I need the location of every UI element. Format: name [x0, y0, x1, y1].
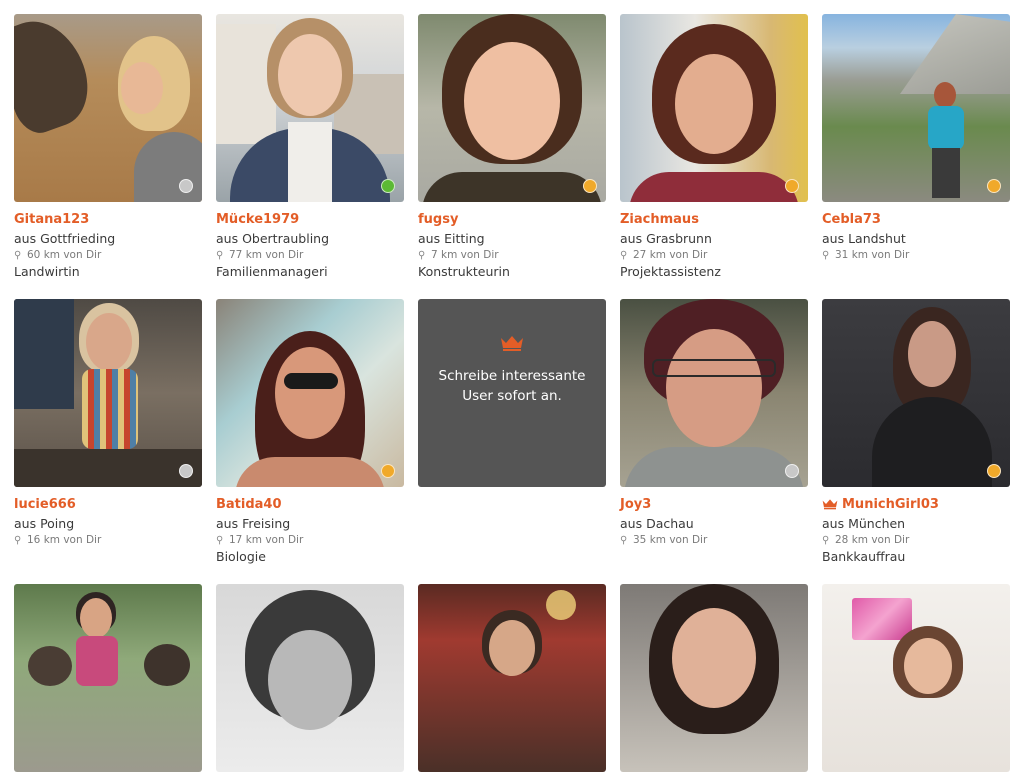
profile-occupation: Landwirtin — [14, 264, 80, 279]
profile-distance: ⚲ 16 km von Dir — [14, 534, 101, 546]
profile-photo[interactable] — [418, 584, 606, 772]
profile-username[interactable]: Batida40 — [216, 497, 282, 512]
profile-photo[interactable] — [620, 299, 808, 487]
distance-text: 28 km von Dir — [835, 534, 910, 546]
online-status-indicator — [381, 464, 395, 478]
profile-username[interactable]: MunichGirl03 — [822, 497, 939, 514]
profile-occupation: Biologie — [216, 549, 266, 564]
profile-photo[interactable] — [620, 14, 808, 202]
map-pin-icon: ⚲ — [418, 250, 426, 261]
distance-text: 77 km von Dir — [229, 249, 304, 261]
profile-photo[interactable] — [14, 14, 202, 202]
profile-username[interactable]: Joy3 — [620, 497, 651, 512]
distance-text: 35 km von Dir — [633, 534, 708, 546]
distance-text: 16 km von Dir — [27, 534, 102, 546]
profile-occupation: Bankkauffrau — [822, 549, 906, 564]
profile-username[interactable]: fugsy — [418, 212, 458, 227]
crown-icon — [418, 335, 606, 355]
profile-occupation: Familienmanageri — [216, 264, 328, 279]
map-pin-icon: ⚲ — [822, 250, 830, 261]
profile-city: aus Obertraubling — [216, 231, 330, 246]
profile-city: aus Freising — [216, 516, 291, 531]
profile-photo[interactable] — [14, 299, 202, 487]
profile-photo[interactable] — [216, 584, 404, 772]
profile-username[interactable]: Cebla73 — [822, 212, 881, 227]
map-pin-icon: ⚲ — [14, 250, 22, 261]
profile-photo[interactable] — [620, 584, 808, 772]
profile-username[interactable]: Mücke1979 — [216, 212, 299, 227]
profile-distance: ⚲ 60 km von Dir — [14, 249, 101, 261]
crown-icon — [822, 498, 838, 514]
online-status-indicator — [179, 464, 193, 478]
premium-username-text: MunichGirl03 — [842, 497, 939, 512]
map-pin-icon: ⚲ — [620, 250, 628, 261]
premium-promo-tile[interactable]: Schreibe interessante User sofort an. — [418, 299, 606, 487]
map-pin-icon: ⚲ — [620, 535, 628, 546]
map-pin-icon: ⚲ — [216, 250, 224, 261]
distance-text: 17 km von Dir — [229, 534, 304, 546]
profile-city: aus München — [822, 516, 906, 531]
profile-distance: ⚲ 31 km von Dir — [822, 249, 909, 261]
profile-city: aus Eitting — [418, 231, 485, 246]
profile-occupation: Konstrukteurin — [418, 264, 510, 279]
online-status-indicator — [785, 464, 799, 478]
profile-distance: ⚲ 27 km von Dir — [620, 249, 707, 261]
online-status-indicator — [381, 179, 395, 193]
online-status-indicator — [583, 179, 597, 193]
distance-text: 27 km von Dir — [633, 249, 708, 261]
profile-distance: ⚲ 7 km von Dir — [418, 249, 499, 261]
profile-photo[interactable] — [216, 14, 404, 202]
profile-city: aus Landshut — [822, 231, 906, 246]
profile-city: aus Poing — [14, 516, 75, 531]
distance-text: 60 km von Dir — [27, 249, 102, 261]
online-status-indicator — [987, 179, 1001, 193]
profile-distance: ⚲ 77 km von Dir — [216, 249, 303, 261]
profile-photo[interactable] — [822, 14, 1010, 202]
profile-distance: ⚲ 28 km von Dir — [822, 534, 909, 546]
profile-photo[interactable] — [822, 299, 1010, 487]
map-pin-icon: ⚲ — [822, 535, 830, 546]
online-status-indicator — [179, 179, 193, 193]
profile-occupation: Projektassistenz — [620, 264, 721, 279]
promo-text: Schreibe interessante User sofort an. — [438, 368, 586, 404]
profile-username[interactable]: Gitana123 — [14, 212, 89, 227]
profile-city: aus Gottfrieding — [14, 231, 116, 246]
distance-text: 7 km von Dir — [431, 249, 499, 261]
profile-city: aus Dachau — [620, 516, 694, 531]
profile-photo[interactable] — [14, 584, 202, 772]
profile-photo[interactable] — [822, 584, 1010, 772]
map-pin-icon: ⚲ — [216, 535, 224, 546]
online-status-indicator — [785, 179, 799, 193]
profile-username[interactable]: Ziachmaus — [620, 212, 699, 227]
profile-distance: ⚲ 35 km von Dir — [620, 534, 707, 546]
profile-photo[interactable] — [418, 14, 606, 202]
map-pin-icon: ⚲ — [14, 535, 22, 546]
profile-city: aus Grasbrunn — [620, 231, 712, 246]
profile-username[interactable]: lucie666 — [14, 497, 76, 512]
profile-distance: ⚲ 17 km von Dir — [216, 534, 303, 546]
distance-text: 31 km von Dir — [835, 249, 910, 261]
profile-photo[interactable] — [216, 299, 404, 487]
online-status-indicator — [987, 464, 1001, 478]
